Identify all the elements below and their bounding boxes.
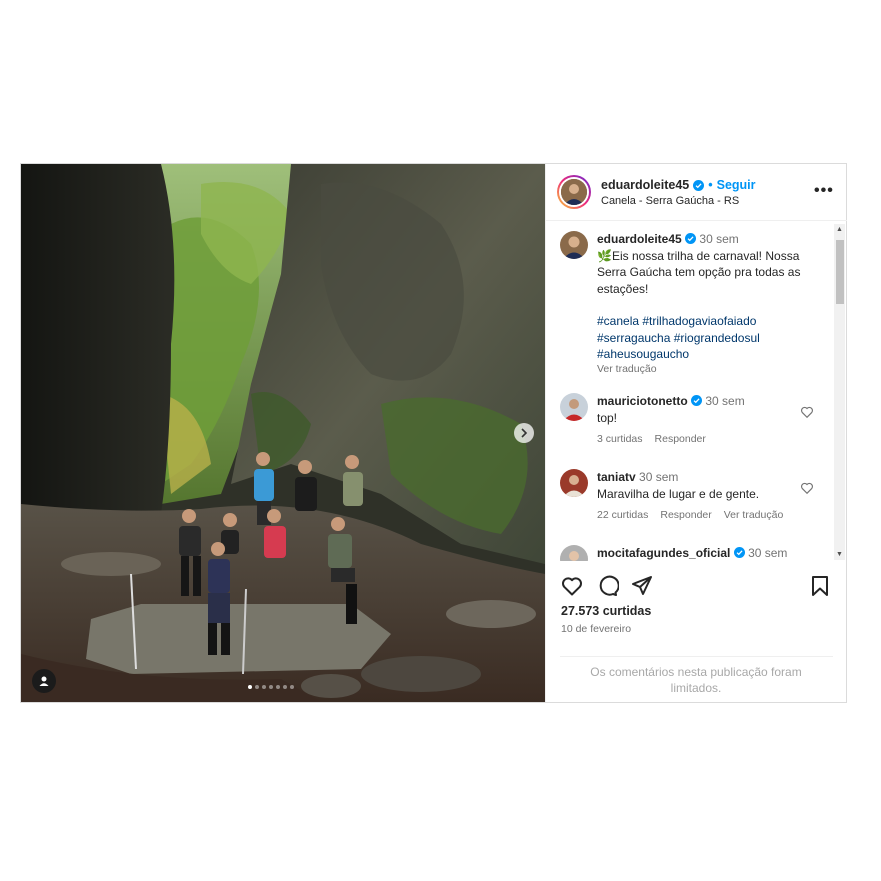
follow-button[interactable]: Seguir — [717, 178, 756, 192]
commenter-avatar[interactable] — [560, 393, 588, 421]
carousel-dot — [262, 685, 266, 689]
comment-username[interactable]: mocitafagundes_oficial — [597, 546, 730, 560]
comment-item: taniatv 30 sem Maravilha de lugar e de g… — [560, 469, 830, 529]
commenter-avatar[interactable] — [560, 545, 588, 561]
comments-scrollbar[interactable]: ▲ ▼ — [834, 224, 845, 560]
comments-list[interactable]: eduardoleite45 30 sem 🌿Eis nossa trilha … — [546, 221, 847, 561]
like-heart-icon[interactable] — [560, 574, 584, 598]
carousel-next-button[interactable] — [514, 423, 534, 443]
carousel-dot — [276, 685, 280, 689]
carousel-dot — [248, 685, 252, 689]
comment-translate-link[interactable]: Ver tradução — [724, 507, 784, 524]
comment-reply-button[interactable]: Responder — [660, 507, 711, 524]
carousel-dots — [248, 685, 294, 689]
verified-badge-icon — [733, 547, 745, 558]
comment-text: Maravilha de lugar e de gente. — [597, 486, 760, 501]
scroll-down-arrow-icon[interactable]: ▼ — [836, 551, 843, 558]
caption-avatar[interactable] — [560, 231, 588, 259]
comment-username[interactable]: mauriciotonetto — [597, 394, 688, 408]
post-actions — [560, 574, 835, 600]
comment-likes[interactable]: 3 curtidas — [597, 431, 643, 448]
post-location[interactable]: Canela - Serra Gaúcha - RS — [601, 195, 739, 207]
comment-item: mocitafagundes_oficial 30 sem — [560, 545, 830, 561]
comment-item: mauriciotonetto 30 sem top! 3 curtidas R… — [560, 393, 830, 453]
comment-time[interactable]: 30 sem — [639, 470, 678, 484]
commenter-avatar[interactable] — [560, 469, 588, 497]
caption-translate-link[interactable]: Ver tradução — [597, 363, 812, 376]
carousel-dot — [290, 685, 294, 689]
post-date[interactable]: 10 de fevereiro — [561, 623, 631, 635]
post-photo — [21, 164, 545, 702]
comment-bubble-icon[interactable] — [595, 574, 619, 598]
verified-badge-icon — [691, 395, 703, 406]
comment-time[interactable]: 30 sem — [748, 546, 787, 560]
heart-icon[interactable] — [800, 405, 814, 419]
caption-text: 🌿Eis nossa trilha de carnaval! Nossa Ser… — [597, 248, 801, 296]
post-media[interactable] — [21, 164, 545, 702]
caption-item: eduardoleite45 30 sem 🌿Eis nossa trilha … — [560, 231, 830, 391]
bookmark-icon[interactable] — [809, 574, 831, 598]
share-send-icon[interactable] — [630, 574, 654, 598]
chevron-right-icon — [521, 428, 528, 438]
scrollbar-thumb[interactable] — [836, 240, 844, 304]
comments-limited-notice: Os comentários nesta publicação foram li… — [590, 665, 802, 695]
scroll-up-arrow-icon[interactable]: ▲ — [836, 226, 843, 233]
header-separator: • — [708, 178, 713, 192]
author-avatar[interactable] — [557, 175, 591, 209]
carousel-dot — [283, 685, 287, 689]
likes-count[interactable]: 27.573 curtidas — [561, 604, 651, 618]
verified-badge-icon — [693, 179, 705, 191]
tagged-users-button[interactable] — [32, 669, 56, 693]
instagram-post: eduardoleite45 • Seguir Canela - Serra G… — [20, 163, 847, 703]
caption-time[interactable]: 30 sem — [699, 232, 738, 246]
verified-badge-icon — [685, 233, 697, 244]
carousel-dot — [269, 685, 273, 689]
comment-username[interactable]: taniatv — [597, 470, 636, 484]
divider — [560, 656, 833, 657]
carousel-dot — [255, 685, 259, 689]
comment-text: top! — [597, 410, 618, 425]
comment-time[interactable]: 30 sem — [705, 394, 744, 408]
post-side-panel: eduardoleite45 • Seguir Canela - Serra G… — [545, 164, 847, 702]
heart-icon[interactable] — [800, 481, 814, 495]
author-username[interactable]: eduardoleite45 — [601, 178, 689, 192]
comment-likes[interactable]: 22 curtidas — [597, 507, 648, 524]
comment-reply-button[interactable]: Responder — [655, 431, 706, 448]
user-icon — [39, 676, 49, 686]
post-header: eduardoleite45 • Seguir Canela - Serra G… — [546, 164, 847, 221]
caption-hashtags[interactable]: #canela #trilhadogaviaofaiado #serragauc… — [597, 313, 812, 363]
caption-username[interactable]: eduardoleite45 — [597, 232, 682, 246]
more-options-icon[interactable]: ••• — [814, 182, 834, 200]
